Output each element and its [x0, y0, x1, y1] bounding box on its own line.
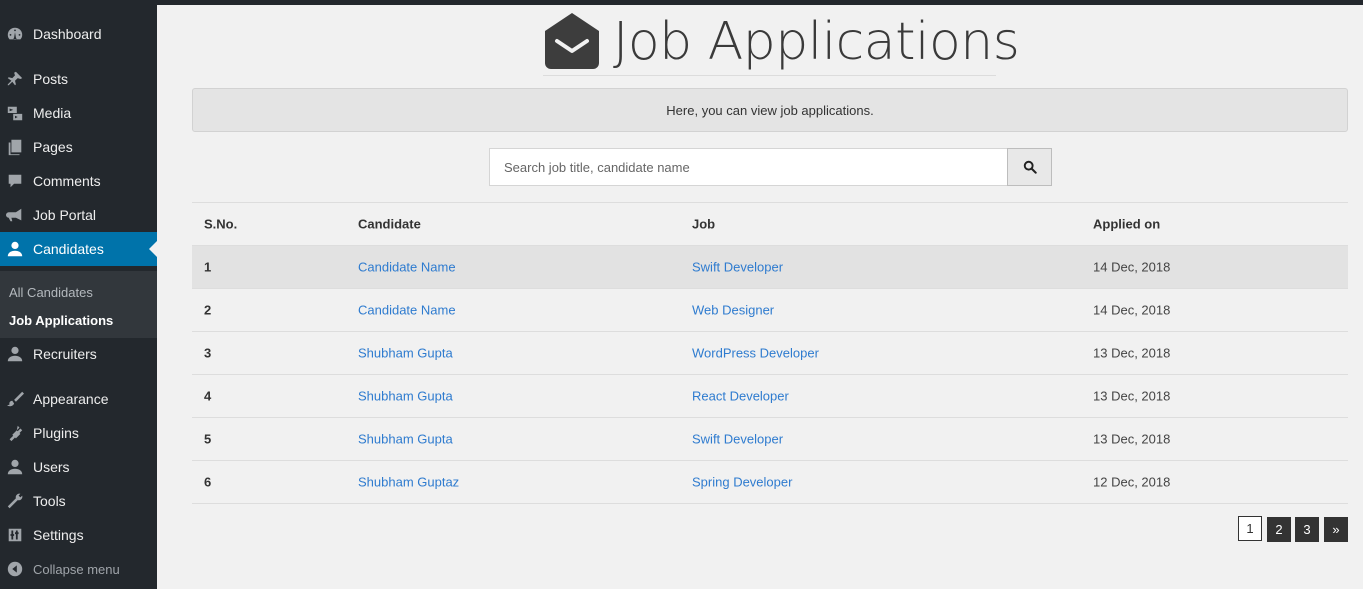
candidate-link[interactable]: Shubham Gupta	[358, 346, 453, 361]
job-link[interactable]: React Developer	[692, 389, 789, 404]
column-header-applied-on: Applied on	[1093, 216, 1161, 232]
candidate-link[interactable]: Shubham Gupta	[358, 432, 453, 447]
active-indicator	[149, 241, 157, 257]
brush-icon	[6, 390, 24, 408]
sidebar-item-users[interactable]: Users	[0, 450, 157, 484]
job-link[interactable]: Spring Developer	[692, 475, 792, 490]
sidebar-item-label: Plugins	[33, 425, 79, 441]
search-icon	[1023, 160, 1037, 174]
candidate-link[interactable]: Shubham Gupta	[358, 389, 453, 404]
wrench-icon	[6, 492, 24, 510]
sidebar-item-label: Settings	[33, 527, 84, 543]
user-icon	[6, 240, 24, 258]
sidebar-item-label: Comments	[33, 173, 101, 189]
sidebar-item-label: Posts	[33, 71, 69, 87]
submenu-item-job-applications[interactable]: Job Applications	[9, 313, 113, 328]
table-row: 4 Shubham Gupta React Developer 13 Dec, …	[192, 375, 1348, 418]
applied-date: 13 Dec, 2018	[1093, 388, 1171, 404]
page-button-1[interactable]: 1	[1238, 516, 1262, 541]
admin-topbar	[0, 0, 1363, 5]
sidebar-item-label: Appearance	[33, 391, 109, 407]
settings-icon	[6, 526, 24, 544]
row-sno: 1	[204, 259, 212, 275]
sidebar-item-recruiters[interactable]: Recruiters	[0, 337, 157, 371]
sidebar-item-plugins[interactable]: Plugins	[0, 416, 157, 450]
row-sno: 6	[204, 474, 212, 490]
applied-date: 13 Dec, 2018	[1093, 431, 1171, 447]
next-page-button[interactable]: »	[1324, 517, 1348, 542]
sidebar-item-label: Media	[33, 105, 72, 121]
table-row: 1 Candidate Name Swift Developer 14 Dec,…	[192, 246, 1348, 289]
media-icon	[6, 104, 24, 122]
sidebar-item-label: Job Portal	[33, 207, 97, 223]
megaphone-icon	[6, 206, 24, 224]
page-button-2[interactable]: 2	[1267, 517, 1291, 542]
sidebar-item-comments[interactable]: Comments	[0, 164, 157, 198]
row-sno: 3	[204, 345, 212, 361]
column-header-candidate: Candidate	[358, 216, 421, 232]
applied-date: 13 Dec, 2018	[1093, 345, 1171, 361]
column-header-job: Job	[692, 216, 716, 232]
candidates-submenu: All Candidates Job Applications	[0, 271, 157, 338]
pin-icon	[6, 70, 24, 88]
admin-sidebar: Dashboard Posts Media Pages Comments Job…	[0, 5, 157, 589]
page-header: Job Applications	[543, 10, 1020, 76]
plugin-icon	[6, 424, 24, 442]
job-link[interactable]: Swift Developer	[692, 432, 783, 447]
dashboard-icon	[6, 25, 24, 43]
user-icon	[6, 458, 24, 476]
candidate-link[interactable]: Candidate Name	[358, 303, 456, 318]
sidebar-item-label: Dashboard	[33, 26, 102, 42]
applications-table: S.No. Candidate Job Applied on 1 Candida…	[192, 202, 1348, 504]
sidebar-item-candidates[interactable]: Candidates	[0, 232, 157, 266]
sidebar-item-media[interactable]: Media	[0, 96, 157, 130]
applied-date: 12 Dec, 2018	[1093, 474, 1171, 490]
sidebar-item-dashboard[interactable]: Dashboard	[0, 17, 157, 51]
search-button[interactable]	[1007, 148, 1052, 186]
collapse-icon	[6, 560, 24, 578]
sidebar-item-tools[interactable]: Tools	[0, 484, 157, 518]
candidate-link[interactable]: Shubham Guptaz	[358, 475, 459, 490]
sidebar-item-label: Pages	[33, 139, 73, 155]
sidebar-item-settings[interactable]: Settings	[0, 518, 157, 552]
sidebar-item-label: Users	[33, 459, 70, 475]
comment-icon	[6, 172, 24, 190]
sidebar-item-appearance[interactable]: Appearance	[0, 382, 157, 416]
job-link[interactable]: Web Designer	[692, 303, 774, 318]
table-header-row: S.No. Candidate Job Applied on	[192, 203, 1348, 246]
candidate-link[interactable]: Candidate Name	[358, 260, 456, 275]
user-icon	[6, 345, 24, 363]
envelope-open-icon	[545, 13, 599, 69]
job-link[interactable]: WordPress Developer	[692, 346, 819, 361]
collapse-menu-label: Collapse menu	[33, 561, 120, 577]
table-row: 3 Shubham Gupta WordPress Developer 13 D…	[192, 332, 1348, 375]
page-title: Job Applications	[613, 12, 1020, 72]
sidebar-item-job-portal[interactable]: Job Portal	[0, 198, 157, 232]
table-row: 6 Shubham Guptaz Spring Developer 12 Dec…	[192, 461, 1348, 504]
sidebar-item-pages[interactable]: Pages	[0, 130, 157, 164]
row-sno: 4	[204, 388, 212, 404]
sidebar-item-label: Recruiters	[33, 346, 97, 362]
job-link[interactable]: Swift Developer	[692, 260, 783, 275]
column-header-sno: S.No.	[204, 216, 238, 232]
page-button-3[interactable]: 3	[1295, 517, 1319, 542]
sidebar-item-posts[interactable]: Posts	[0, 62, 157, 96]
applied-date: 14 Dec, 2018	[1093, 302, 1171, 318]
row-sno: 5	[204, 431, 212, 447]
collapse-menu-button[interactable]: Collapse menu	[0, 552, 157, 586]
sidebar-item-label: Candidates	[33, 241, 104, 257]
search-input[interactable]	[489, 148, 1008, 186]
submenu-item-all-candidates[interactable]: All Candidates	[9, 285, 93, 300]
applied-date: 14 Dec, 2018	[1093, 259, 1171, 275]
sidebar-item-label: Tools	[33, 493, 66, 509]
pages-icon	[6, 138, 24, 156]
row-sno: 2	[204, 302, 212, 318]
table-row: 5 Shubham Gupta Swift Developer 13 Dec, …	[192, 418, 1348, 461]
info-notice: Here, you can view job applications.	[192, 88, 1348, 132]
table-row: 2 Candidate Name Web Designer 14 Dec, 20…	[192, 289, 1348, 332]
